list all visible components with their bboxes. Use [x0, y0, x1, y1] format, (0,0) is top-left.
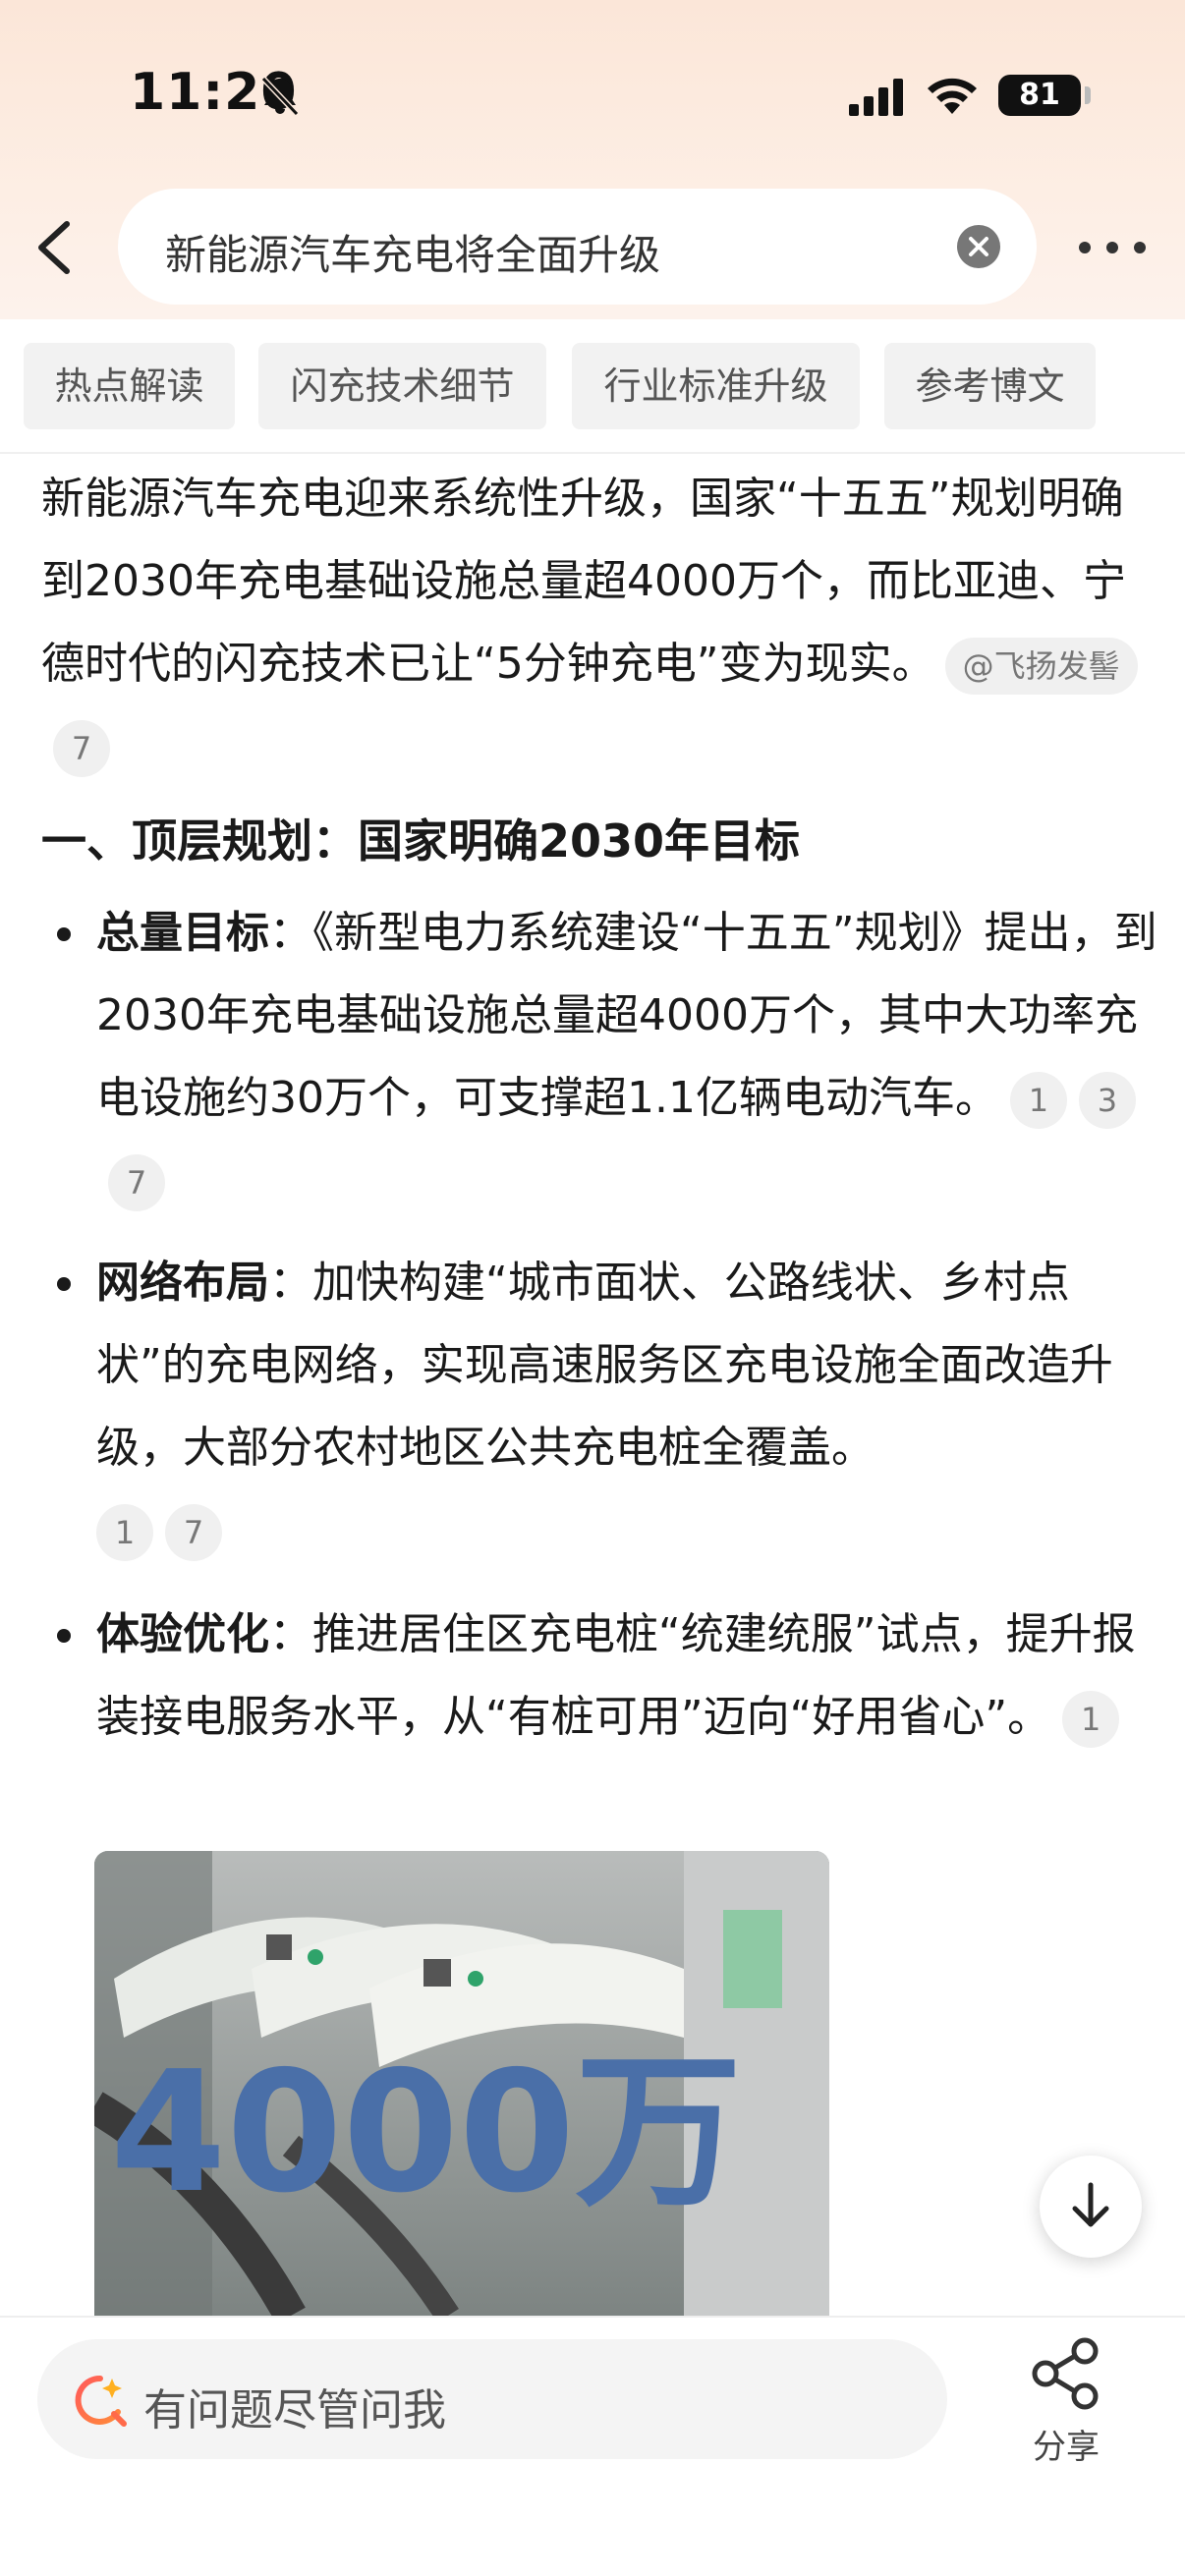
bullet-item: 网络布局：加快构建“城市面状、公路线状、乡村点状”的充电网络，实现高速服务区充电…: [41, 1242, 1161, 1572]
ask-input[interactable]: 有问题尽管问我: [37, 2339, 947, 2459]
bullet-text: 体验优化：推进居住区充电桩“统建统服”试点，提升报装接电服务水平，从“有桩可用”…: [96, 1594, 1161, 1759]
citation-badge[interactable]: 7: [108, 1154, 165, 1211]
citation-badge[interactable]: 3: [1078, 1072, 1136, 1129]
status-bar: 11:20 81: [0, 0, 1185, 187]
battery-indicator: 81: [998, 75, 1081, 116]
share-label[interactable]: 分享: [1030, 2420, 1102, 2468]
back-arrow-icon[interactable]: [28, 218, 81, 277]
citation-badge[interactable]: 7: [53, 720, 110, 777]
ask-placeholder: 有问题尽管问我: [143, 2385, 446, 2436]
citation-badge[interactable]: 1: [96, 1504, 153, 1561]
bullet-item: 总量目标：《新型电力系统建设“十五五”规划》提出，到2030年充电基础设施总量超…: [41, 892, 1161, 1222]
share-icon[interactable]: [1030, 2337, 1102, 2410]
tab-flash-charging-details[interactable]: 闪充技术细节: [258, 343, 546, 429]
bullet-dot: [57, 927, 71, 941]
tab-reference-articles[interactable]: 参考博文: [884, 343, 1096, 429]
section-heading: 一、顶层规划：国家明确2030年目标: [41, 814, 801, 868]
citation-row: 17: [96, 1489, 1161, 1572]
search-query-text: 新能源汽车充电将全面升级: [165, 231, 661, 279]
bullet-title: 体验优化: [96, 1609, 269, 1659]
tab-industry-standards[interactable]: 行业标准升级: [572, 343, 860, 429]
source-chip[interactable]: @飞扬发髻: [944, 638, 1138, 695]
intro-paragraph: 新能源汽车充电迎来系统性升级，国家“十五五”规划明确到2030年充电基础设施总量…: [41, 458, 1152, 788]
bottom-bar: 有问题尽管问我 分享: [0, 2316, 1185, 2576]
wifi-icon: [928, 78, 977, 114]
charging-station-photo: 4000万: [94, 1851, 829, 2316]
bullet-title: 总量目标: [96, 908, 269, 958]
battery-cap: [1085, 86, 1091, 104]
cellular-signal-icon: [849, 79, 903, 116]
search-input[interactable]: 新能源汽车充电将全面升级: [118, 189, 1037, 305]
bullet-title: 网络布局: [96, 1258, 269, 1308]
arrow-down-icon: [1072, 2182, 1109, 2227]
topic-tabs: 热点解读 闪充技术细节 行业标准升级 参考博文: [0, 319, 1185, 452]
image-overlay-text: 4000万: [110, 2036, 742, 2230]
citation-badge[interactable]: 7: [165, 1504, 222, 1561]
bullet-text: 总量目标：《新型电力系统建设“十五五”规划》提出，到2030年充电基础设施总量超…: [96, 892, 1161, 1222]
article-content: 新能源汽车充电迎来系统性升级，国家“十五五”规划明确到2030年充电基础设施总量…: [0, 454, 1185, 2316]
tab-hot-interpretation[interactable]: 热点解读: [24, 343, 235, 429]
article-image[interactable]: 4000万: [94, 1851, 829, 2316]
bullet-dot: [57, 1629, 71, 1643]
bullet-dot: [57, 1277, 71, 1291]
scroll-down-button[interactable]: [1040, 2156, 1142, 2258]
bell-slash-icon: [260, 76, 300, 117]
bullet-text: 网络布局：加快构建“城市面状、公路线状、乡村点状”的充电网络，实现高速服务区充电…: [96, 1242, 1161, 1489]
citation-badge[interactable]: 1: [1062, 1691, 1120, 1748]
more-options-icon[interactable]: [1073, 234, 1152, 261]
clear-icon[interactable]: [956, 224, 1001, 269]
bullet-item: 体验优化：推进居住区充电桩“统建统服”试点，提升报装接电服务水平，从“有桩可用”…: [41, 1594, 1161, 1759]
citation-badge[interactable]: 1: [1009, 1072, 1067, 1129]
ai-search-icon: [75, 2375, 127, 2427]
top-area: 11:20 81 新能源汽车充电将全面升级: [0, 0, 1185, 319]
